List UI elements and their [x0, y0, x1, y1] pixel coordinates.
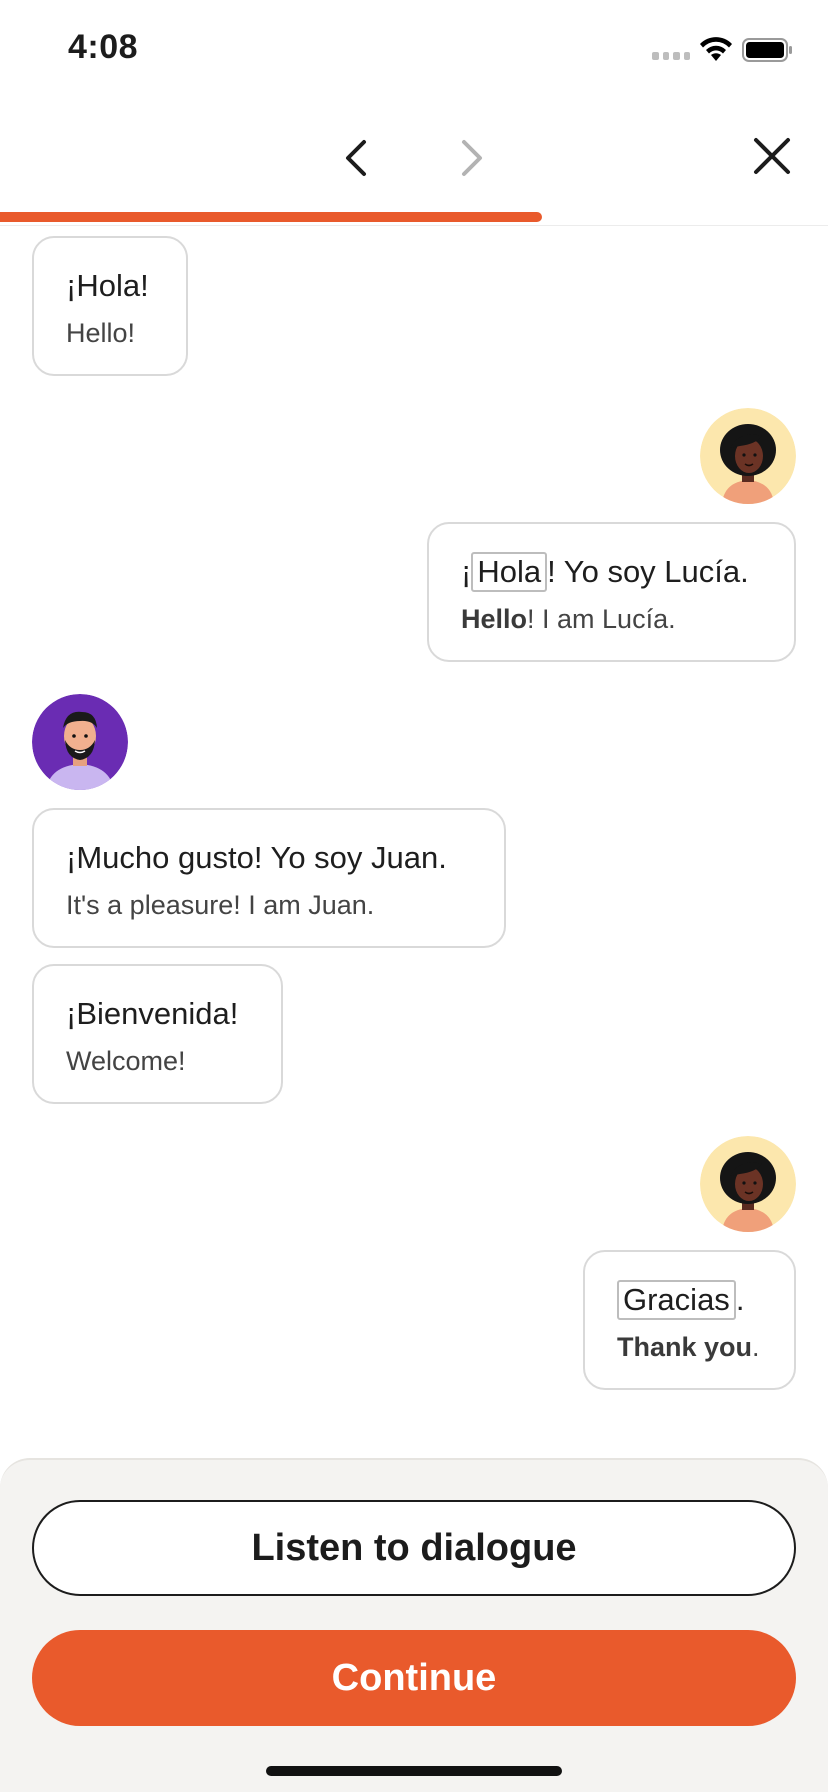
lesson-nav — [0, 100, 828, 214]
text-segment: ! I am Lucía. — [527, 604, 676, 634]
spanish-text: Gracias. — [617, 1280, 762, 1320]
continue-button[interactable]: Continue — [32, 1630, 796, 1726]
bold-word: Thank you — [617, 1332, 753, 1362]
bold-word: Hello — [461, 604, 528, 634]
footer-panel: Listen to dialogue Continue — [0, 1458, 828, 1792]
english-translation: Welcome! — [66, 1046, 186, 1076]
highlighted-word[interactable]: Hola — [471, 552, 548, 592]
woman-avatar-icon — [700, 408, 796, 504]
juan-avatar — [32, 694, 128, 790]
battery-icon — [742, 38, 792, 62]
progress-fill — [0, 212, 543, 222]
status-time: 4:08 — [68, 28, 139, 66]
english-translation: It's a pleasure! I am Juan. — [66, 890, 375, 920]
text-segment: ¡ — [461, 554, 472, 589]
spanish-text: ¡Mucho gusto! Yo soy Juan. — [66, 840, 447, 875]
close-icon[interactable] — [750, 134, 794, 178]
listen-to-dialogue-button[interactable]: Listen to dialogue — [32, 1500, 796, 1596]
lesson-progress-bar — [0, 212, 828, 226]
message-bubble[interactable]: ¡Hola! Hello! — [32, 236, 188, 376]
dialogue-list: ¡Hola! Hello! ¡ Hola! Yo soy Lucía. Hello… — [0, 226, 828, 1458]
lucia-avatar — [700, 408, 796, 504]
english-translation: Thank you. — [617, 1330, 762, 1364]
chevron-right-icon — [462, 140, 482, 176]
message-bubble[interactable]: Gracias. Thank you. — [583, 1250, 796, 1390]
cellular-signal-icon — [652, 52, 690, 62]
english-translation: Hello! I am Lucía. — [461, 602, 762, 636]
status-bar: 4:08 — [0, 0, 828, 100]
text-segment: ! Yo soy Lucía. — [547, 554, 749, 589]
spanish-text: ¡Hola! — [66, 268, 149, 303]
text-segment: . — [735, 1282, 745, 1317]
home-indicator[interactable] — [266, 1766, 562, 1776]
spanish-text: ¡Bienvenida! — [66, 996, 239, 1031]
spanish-text: ¡ Hola! Yo soy Lucía. — [461, 552, 762, 592]
highlighted-word[interactable]: Gracias — [617, 1280, 736, 1320]
chevron-left-icon[interactable] — [336, 136, 380, 180]
wifi-icon — [700, 37, 732, 61]
message-bubble[interactable]: ¡Bienvenida! Welcome! — [32, 964, 283, 1104]
message-bubble[interactable]: ¡Mucho gusto! Yo soy Juan. It's a pleasu… — [32, 808, 506, 948]
text-segment: . — [752, 1332, 760, 1362]
lucia-avatar — [700, 1136, 796, 1232]
man-avatar-icon — [32, 694, 128, 790]
message-bubble[interactable]: ¡ Hola! Yo soy Lucía. Hello! I am Lucía. — [427, 522, 796, 662]
woman-avatar-icon — [700, 1136, 796, 1232]
english-translation: Hello! — [66, 318, 136, 348]
